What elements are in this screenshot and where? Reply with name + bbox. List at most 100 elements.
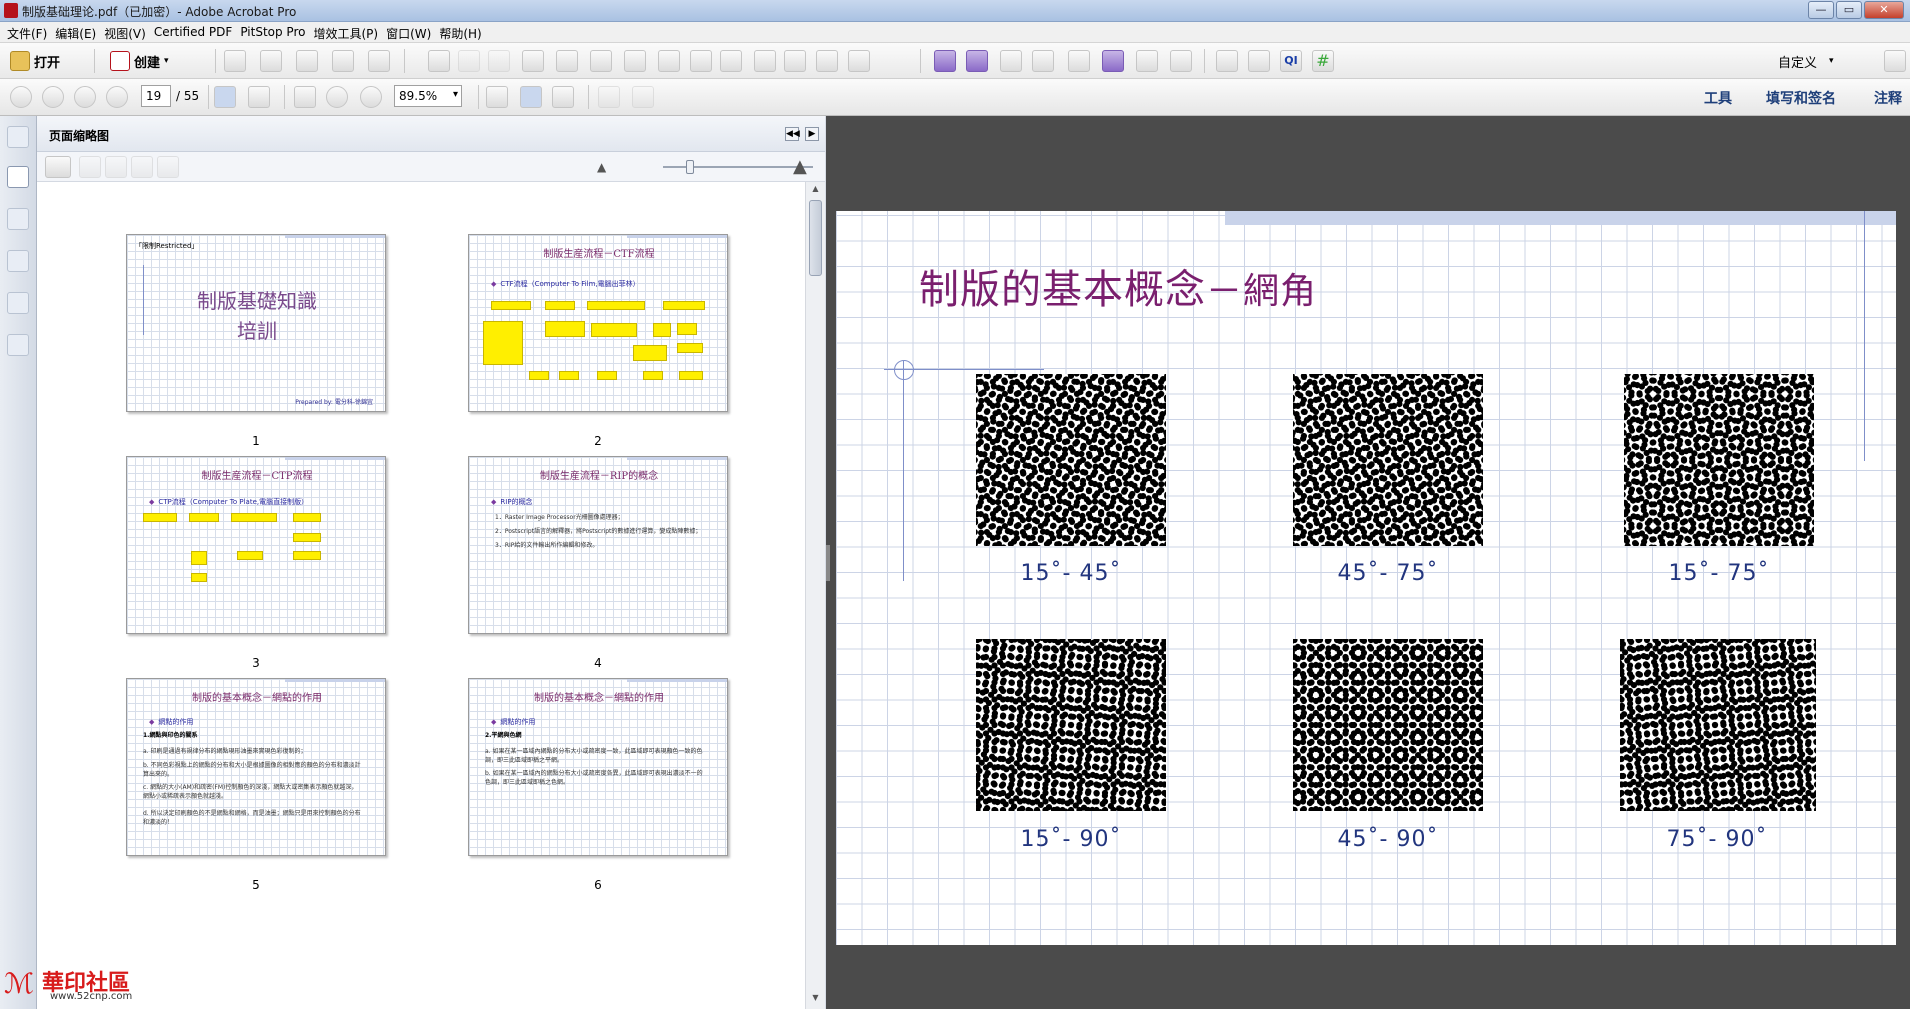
print-icon[interactable] <box>296 50 318 72</box>
scroll-mode-icon[interactable] <box>486 86 508 108</box>
lock-icon[interactable] <box>7 126 29 148</box>
certified-pdf-icon[interactable] <box>1216 50 1238 72</box>
preview-icon[interactable] <box>1068 50 1090 72</box>
panel-splitter[interactable] <box>826 545 830 581</box>
thumbnail-page[interactable]: 制版生産流程－CTP流程 CTP流程（Computer To Plate,電腦直… <box>126 456 386 634</box>
select-object-icon[interactable] <box>1000 50 1022 72</box>
previous-page-icon[interactable] <box>42 86 64 108</box>
signature-icon[interactable] <box>7 334 29 356</box>
menu-window[interactable]: 窗口(W) <box>385 22 438 42</box>
pin-icon[interactable] <box>1136 50 1158 72</box>
menu-plugins[interactable]: 增效工具(P) <box>312 22 385 42</box>
measure-icon[interactable] <box>848 50 870 72</box>
halftone-dot <box>1444 653 1451 661</box>
options-menu-icon[interactable] <box>45 156 71 178</box>
qi-icon[interactable]: QI <box>1280 50 1302 72</box>
fit-page-icon[interactable] <box>520 86 542 108</box>
thumbnail-page[interactable]: 制版的基本概念－網點的作用 網點的作用 2.平網與色網 a. 如果在某一區域內網… <box>468 678 728 856</box>
thumbnail-scrollbar[interactable]: ▲ ▼ <box>805 182 825 1009</box>
halftone-dot <box>1076 747 1083 754</box>
slider-knob[interactable] <box>686 160 694 174</box>
ruler-icon[interactable] <box>1170 50 1192 72</box>
collapse-panel-icon[interactable]: ◀◀ <box>785 127 800 141</box>
pitstop-inspector-icon[interactable] <box>934 50 956 72</box>
save-icon[interactable] <box>224 50 246 72</box>
share-icon[interactable] <box>488 50 510 72</box>
customize-dropdown[interactable]: 自定义 ▾ <box>1778 48 1834 74</box>
extract-page-icon[interactable] <box>522 50 544 72</box>
menu-file[interactable]: 文件(F) <box>6 22 54 42</box>
thumbnail-page[interactable]: 「限制Restricted」 制版基礎知識 培訓 Prepared by: 電分… <box>126 234 386 412</box>
page-properties-icon[interactable] <box>157 156 179 178</box>
columns-icon[interactable] <box>784 50 806 72</box>
thumbnail-page[interactable]: 制版的基本概念－網點的作用 網點的作用 1.網點與印色的關系 a. 印刷是通過有… <box>126 678 386 856</box>
acrobat-app-icon[interactable] <box>4 3 18 18</box>
marquee-zoom-icon[interactable] <box>294 86 316 108</box>
scroll-up-icon[interactable]: ▲ <box>809 184 822 198</box>
page-thumbnails-icon[interactable] <box>7 166 29 188</box>
zoom-out-icon[interactable] <box>326 86 348 108</box>
halftone-dot <box>1158 438 1165 446</box>
thumbnail-size-slider[interactable] <box>663 160 813 174</box>
zoom-select[interactable]: 89.5% <box>394 85 462 107</box>
pdf-page[interactable]: 制版的基本概念－網角 15˚- 45˚ 45˚- 75˚ 15˚- 75˚ 15… <box>836 211 1896 945</box>
menu-edit[interactable]: 编辑(E) <box>54 22 103 42</box>
large-thumbnail-icon[interactable]: ▲ <box>793 156 807 177</box>
insert-pages-icon[interactable] <box>79 156 101 178</box>
halftone-dot <box>1067 645 1075 652</box>
last-page-icon[interactable] <box>106 86 128 108</box>
select-tool-icon[interactable] <box>214 86 236 108</box>
rotate-left-icon[interactable] <box>598 86 620 108</box>
stamp-icon[interactable] <box>754 50 776 72</box>
attachment-icon[interactable] <box>7 250 29 272</box>
scrollbar-thumb[interactable] <box>809 200 822 276</box>
action-list-icon[interactable] <box>1102 50 1124 72</box>
insert-page-icon[interactable] <box>556 50 578 72</box>
attach-page-icon[interactable] <box>690 50 712 72</box>
email-icon[interactable] <box>368 50 390 72</box>
link-icon[interactable] <box>658 50 680 72</box>
scroll-down-icon[interactable]: ▼ <box>809 993 822 1007</box>
page-number-input[interactable]: 19 <box>141 85 171 107</box>
delete-pages-icon[interactable] <box>105 156 127 178</box>
next-page-icon[interactable] <box>74 86 96 108</box>
bookmark-icon[interactable] <box>7 208 29 230</box>
rotate-pages-icon[interactable] <box>131 156 153 178</box>
thumbnail-page[interactable]: 制版生産流程－RIP的概念 RIP的概念 1．Raster Image Proc… <box>468 456 728 634</box>
compare-icon[interactable] <box>816 50 838 72</box>
halftone-dot <box>1008 798 1015 805</box>
menu-certified-pdf[interactable]: Certified PDF <box>153 22 240 42</box>
menu-view[interactable]: 视图(V) <box>103 22 153 42</box>
fill-sign-pane-link[interactable]: 填写和签名 <box>1766 88 1836 108</box>
panel-options-icon[interactable]: ▶ <box>805 127 819 141</box>
two-page-icon[interactable] <box>552 86 574 108</box>
close-button[interactable]: ✕ <box>1864 1 1904 19</box>
create-button[interactable]: 创建 ▾ <box>110 48 169 74</box>
grid-icon[interactable]: # <box>1312 50 1334 72</box>
tools-pane-link[interactable]: 工具 <box>1704 88 1732 108</box>
menu-pitstop-pro[interactable]: PitStop Pro <box>239 22 312 42</box>
cloud-upload-icon[interactable] <box>260 50 282 72</box>
pitstop-settings-icon[interactable] <box>966 50 988 72</box>
zoom-in-icon[interactable] <box>360 86 382 108</box>
minimize-button[interactable]: — <box>1808 1 1834 19</box>
first-page-icon[interactable] <box>10 86 32 108</box>
open-button[interactable]: 打开 <box>10 48 60 74</box>
comment-icon[interactable] <box>458 50 480 72</box>
thumbnail-page[interactable]: 制版生産流程－CTF流程 CTF流程（Computer To Film,電腦出菲… <box>468 234 728 412</box>
enfocus-edit-icon[interactable] <box>1248 50 1270 72</box>
layers-icon[interactable] <box>7 292 29 314</box>
gear-icon[interactable] <box>428 50 450 72</box>
replace-page-icon[interactable] <box>590 50 612 72</box>
crop-icon[interactable] <box>720 50 742 72</box>
edit-icon[interactable] <box>332 50 354 72</box>
small-thumbnail-icon[interactable]: ▲ <box>597 160 606 174</box>
select-similar-icon[interactable] <box>1032 50 1054 72</box>
comment-pane-link[interactable]: 注释 <box>1874 88 1902 108</box>
hand-tool-icon[interactable] <box>248 86 270 108</box>
pdf-form-icon[interactable] <box>624 50 646 72</box>
menu-help[interactable]: 帮助(H) <box>438 22 488 42</box>
expand-icon[interactable] <box>1884 50 1906 72</box>
maximize-button[interactable]: ▭ <box>1836 1 1862 19</box>
rotate-right-icon[interactable] <box>632 86 654 108</box>
